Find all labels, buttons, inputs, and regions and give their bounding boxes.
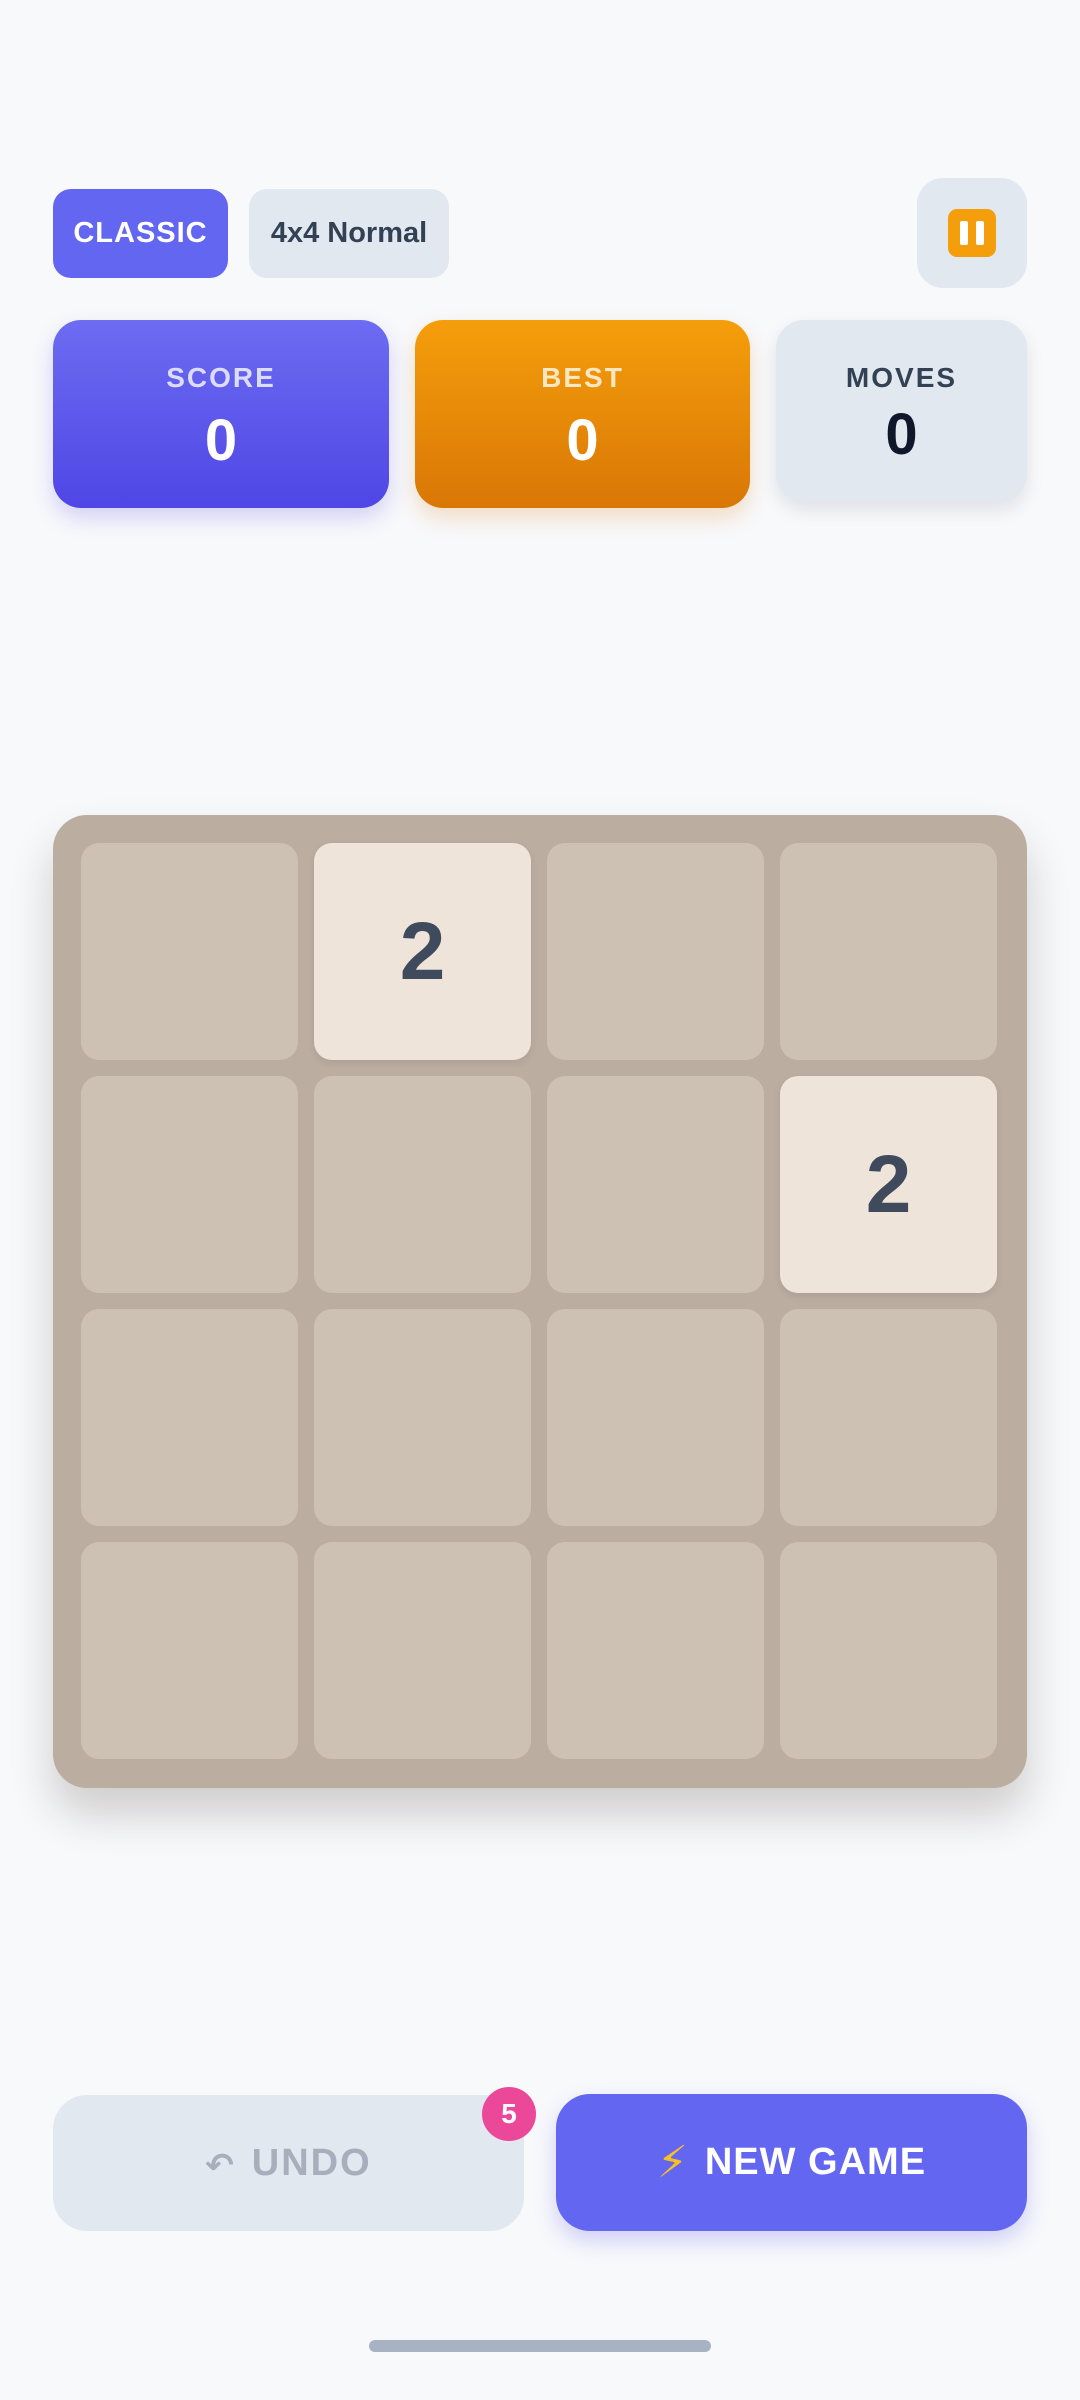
tile-2: 2 <box>780 1076 997 1293</box>
moves-value: 0 <box>885 402 918 467</box>
empty-cell <box>314 1309 531 1526</box>
empty-cell <box>81 1076 298 1293</box>
empty-cell <box>780 1309 997 1526</box>
pause-button[interactable] <box>917 178 1027 288</box>
best-label: BEST <box>541 362 624 393</box>
empty-cell <box>547 1542 764 1759</box>
best-value: 0 <box>566 408 599 473</box>
empty-cell <box>547 1076 764 1293</box>
pause-icon <box>948 209 996 257</box>
score-card: SCORE 0 <box>53 320 389 508</box>
empty-cell <box>547 843 764 1060</box>
board-size-pill[interactable]: 4x4 Normal <box>249 189 449 278</box>
score-value: 0 <box>204 408 238 473</box>
empty-cell <box>314 1542 531 1759</box>
score-label: SCORE <box>166 362 276 393</box>
mode-label: CLASSIC <box>73 217 208 249</box>
tile-2: 2 <box>314 843 531 1060</box>
moves-label: MOVES <box>845 362 958 393</box>
mode-pill-classic[interactable]: CLASSIC <box>53 189 228 278</box>
empty-cell <box>780 1542 997 1759</box>
empty-cell <box>81 843 298 1060</box>
undo-count-badge: 5 <box>482 2087 536 2141</box>
undo-label: UNDO <box>251 2141 372 2184</box>
undo-button[interactable]: ↶ UNDO <box>53 2095 524 2231</box>
empty-cell <box>81 1309 298 1526</box>
board-size-label: 4x4 Normal <box>270 217 428 249</box>
empty-cell <box>81 1542 298 1759</box>
best-card: BEST 0 <box>415 320 750 508</box>
empty-cell <box>547 1309 764 1526</box>
moves-card: MOVES 0 <box>776 320 1027 502</box>
empty-cell <box>780 843 997 1060</box>
new-game-button[interactable]: ⚡ NEW GAME <box>556 2094 1027 2231</box>
home-indicator[interactable] <box>369 2340 711 2352</box>
new-game-label: NEW GAME <box>704 2141 927 2183</box>
game-screen: CLASSIC 4x4 Normal SCORE 0 BEST 0 MOVES … <box>0 0 1080 2400</box>
lightning-bolt-icon: ⚡ <box>656 2138 689 2187</box>
empty-cell <box>314 1076 531 1293</box>
game-board[interactable]: 22 <box>53 815 1027 1788</box>
undo-icon: ↶ <box>205 2147 236 2185</box>
